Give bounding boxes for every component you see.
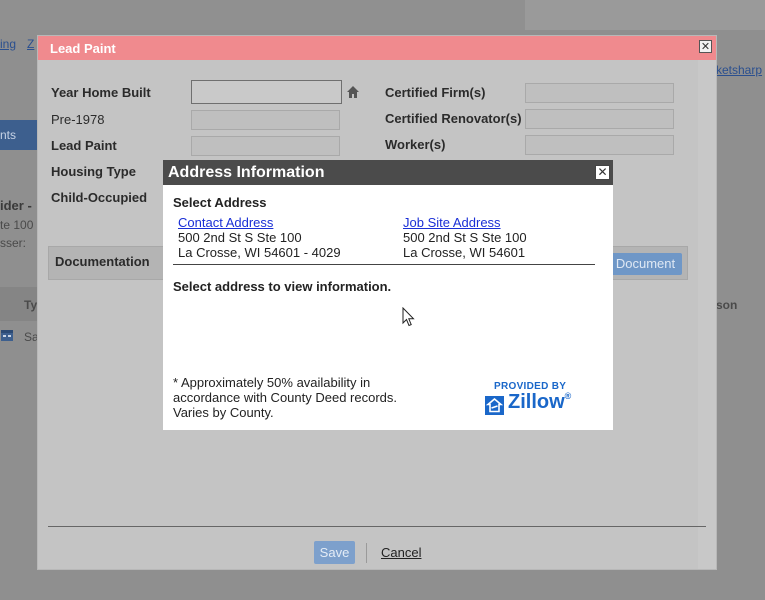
certified-firms-label: Certified Firm(s) xyxy=(385,85,486,100)
child-occupied-label: Child-Occupied xyxy=(51,190,148,205)
background-tab[interactable]: nts xyxy=(0,120,40,150)
mouse-cursor-icon xyxy=(402,306,416,327)
home-icon[interactable] xyxy=(346,85,360,99)
workers-label: Worker(s) xyxy=(385,137,446,152)
lead-paint-label: Lead Paint xyxy=(51,138,117,153)
add-document-button[interactable]: Document xyxy=(609,253,682,275)
close-icon[interactable]: ✕ xyxy=(699,40,712,53)
contact-address-line2: La Crosse, WI 54601 - 4029 xyxy=(178,245,341,260)
job-site-address-line2: La Crosse, WI 54601 xyxy=(403,245,526,260)
save-button[interactable]: Save xyxy=(314,541,355,564)
zillow-logo: Zillow® xyxy=(485,391,573,416)
address-information-titlebar: Address Information ✕ xyxy=(163,160,613,185)
background-table-cell: Sa xyxy=(24,330,39,344)
documentation-label: Documentation xyxy=(55,254,150,269)
lead-paint-titlebar: Lead Paint ✕ xyxy=(38,36,716,60)
certified-renovators-input[interactable] xyxy=(525,109,674,129)
pre-1978-input[interactable] xyxy=(191,110,340,130)
background-text: sser: xyxy=(0,236,27,250)
lead-paint-title: Lead Paint xyxy=(50,41,116,56)
year-home-built-input[interactable] xyxy=(191,80,342,104)
background-link[interactable]: ketsharp xyxy=(716,63,762,77)
background-top-bar xyxy=(0,0,765,30)
background-table-header-cell: Ty xyxy=(24,298,38,312)
background-header-block xyxy=(525,0,765,30)
certified-firms-input[interactable] xyxy=(525,83,674,103)
close-icon[interactable]: ✕ xyxy=(595,165,610,180)
address-information-title: Address Information xyxy=(168,164,325,181)
contact-address-line1: 500 2nd St S Ste 100 xyxy=(178,230,302,245)
year-home-built-label: Year Home Built xyxy=(51,85,151,100)
workers-input[interactable] xyxy=(525,135,674,155)
job-site-address-line1: 500 2nd St S Ste 100 xyxy=(403,230,527,245)
lead-paint-input[interactable] xyxy=(191,136,340,156)
button-separator xyxy=(366,543,367,563)
zillow-wordmark: Zillow xyxy=(508,391,565,413)
background-link[interactable]: ing xyxy=(0,37,16,51)
pre-1978-label: Pre-1978 xyxy=(51,112,105,127)
background-text: ider - xyxy=(0,198,32,213)
select-address-message: Select address to view information. xyxy=(173,279,392,294)
background-text: te 100 xyxy=(0,218,34,232)
background-table-header-cell: son xyxy=(716,298,738,312)
cancel-link[interactable]: Cancel xyxy=(381,545,421,560)
footer-divider xyxy=(48,526,706,527)
calendar-icon xyxy=(0,328,14,342)
job-site-address-link[interactable]: Job Site Address xyxy=(403,215,501,230)
housing-type-label: Housing Type xyxy=(51,164,136,179)
zillow-house-icon xyxy=(485,396,504,415)
certified-renovators-label: Certified Renovator(s) xyxy=(385,111,522,126)
availability-note: * Approximately 50% availability in acco… xyxy=(173,375,398,420)
contact-address-link[interactable]: Contact Address xyxy=(178,215,273,230)
address-divider xyxy=(173,264,595,265)
address-information-dialog: Address Information ✕ Select Address Con… xyxy=(163,160,613,430)
select-address-heading: Select Address xyxy=(173,195,267,210)
background-link[interactable]: Z xyxy=(27,37,34,51)
registered-mark: ® xyxy=(564,391,572,401)
